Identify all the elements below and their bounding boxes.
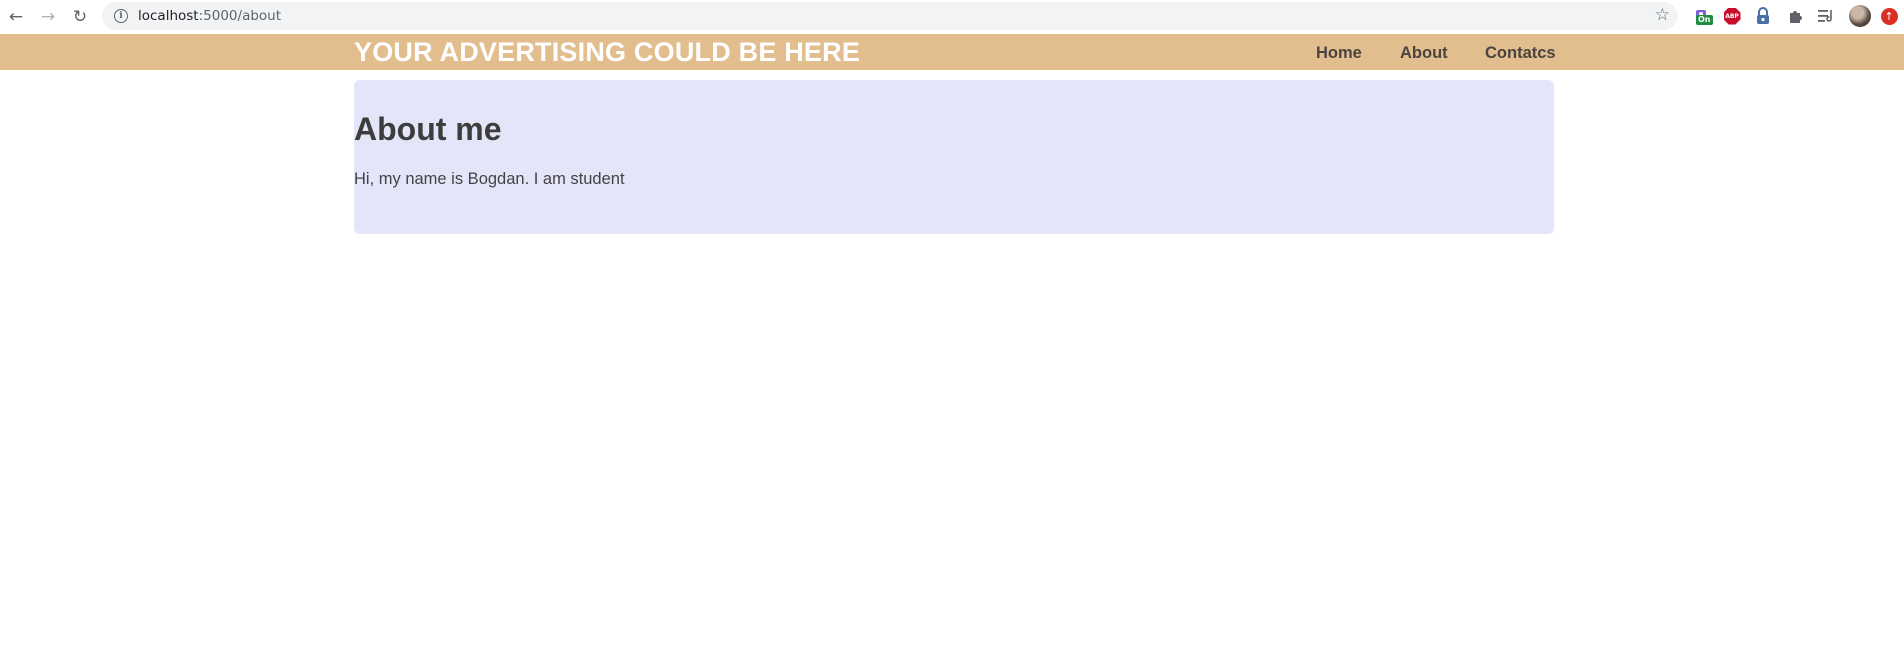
- address-bar[interactable]: i localhost:5000/about ☆: [102, 2, 1678, 30]
- page-title: About me: [354, 111, 502, 147]
- nav-contacts-link[interactable]: Contatcs: [1485, 43, 1556, 63]
- about-section: About me Hi, my name is Bogdan. I am stu…: [354, 80, 1554, 234]
- about-text: Hi, my name is Bogdan. I am student: [354, 170, 625, 188]
- lock-extension-icon[interactable]: [1752, 5, 1774, 27]
- reload-icon[interactable]: ↻: [64, 2, 96, 32]
- site-title: YOUR ADVERTISING COULD BE HERE: [354, 37, 861, 67]
- browser-toolbar: ← → ↻ i localhost:5000/about ☆ On ABP ↑: [0, 0, 1904, 34]
- nav-home-link[interactable]: Home: [1316, 43, 1362, 63]
- arrow-up-icon: ↑: [1880, 7, 1898, 25]
- adblock-label: ABP: [1723, 7, 1741, 25]
- site-header: YOUR ADVERTISING COULD BE HERE Home Abou…: [0, 34, 1904, 70]
- profile-avatar[interactable]: [1849, 5, 1871, 27]
- url-host: localhost: [138, 8, 199, 24]
- nav-about-link[interactable]: About: [1400, 43, 1448, 63]
- update-icon[interactable]: ↑: [1878, 5, 1900, 27]
- info-icon[interactable]: i: [114, 9, 128, 23]
- star-icon[interactable]: ☆: [1655, 5, 1670, 25]
- extension-on-badge: On: [1696, 15, 1713, 25]
- reading-list-icon[interactable]: [1816, 5, 1838, 27]
- forward-icon[interactable]: →: [32, 2, 64, 32]
- extension-on-icon[interactable]: On: [1690, 5, 1713, 27]
- url-path: :5000/about: [198, 8, 282, 24]
- url-text[interactable]: localhost:5000/about: [138, 8, 281, 24]
- extensions-puzzle-icon[interactable]: [1784, 5, 1806, 27]
- back-icon[interactable]: ←: [0, 2, 32, 32]
- adblock-plus-icon[interactable]: ABP: [1721, 5, 1743, 27]
- avatar: [1849, 5, 1871, 27]
